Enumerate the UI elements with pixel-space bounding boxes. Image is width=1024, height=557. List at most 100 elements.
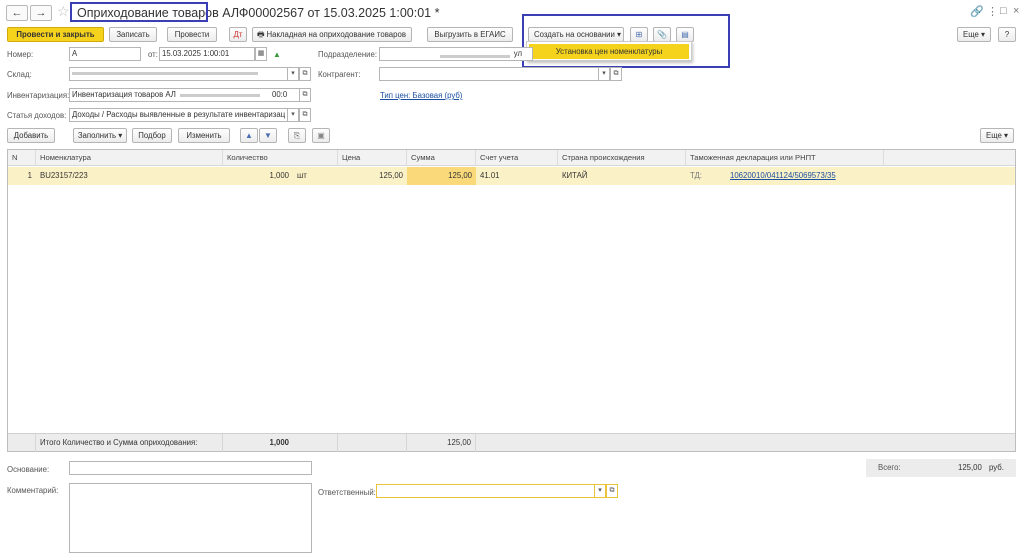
inventory-value: Инвентаризация товаров АЛ xyxy=(72,90,176,99)
delete-row-icon[interactable]: ▣ xyxy=(312,128,330,143)
cell-customs-prefix: ТД: xyxy=(690,171,702,180)
division-value: ул xyxy=(513,49,522,58)
date-from-label: от: xyxy=(148,50,158,59)
comment-label: Комментарий: xyxy=(7,486,59,495)
table-more-label: Еще xyxy=(986,131,1002,140)
cell-unit[interactable]: шт xyxy=(297,167,307,185)
cell-price[interactable]: 125,00 xyxy=(338,167,403,185)
column-header-account[interactable]: Счет учета xyxy=(476,150,558,166)
printer-icon: 🖶 xyxy=(257,30,267,39)
maximize-icon[interactable]: □ xyxy=(1000,5,1007,17)
responsible-label: Ответственный: xyxy=(318,488,376,497)
column-header-quantity[interactable]: Количество xyxy=(223,150,338,166)
footer-spacer xyxy=(8,434,36,452)
column-header-item[interactable]: Номенклатура xyxy=(36,150,223,166)
post-button[interactable]: Провести xyxy=(167,27,217,42)
footer-quantity-cell: 1,000 xyxy=(223,434,338,452)
cell-item[interactable]: BU23157/223 xyxy=(40,167,88,185)
fill-button[interactable]: Заполнить ▾ xyxy=(73,128,127,143)
counterparty-field[interactable] xyxy=(379,67,599,81)
back-button[interactable]: ← xyxy=(6,5,28,21)
income-item-field[interactable]: Доходы / Расходы выявленные в результате… xyxy=(69,108,288,122)
total-currency: руб. xyxy=(989,463,1004,472)
column-header-price[interactable]: Цена xyxy=(338,150,407,166)
select-button[interactable]: Подбор xyxy=(132,128,172,143)
column-header-n[interactable]: N xyxy=(8,150,36,166)
inventory-value-tail: 00:0 xyxy=(272,90,288,99)
invoice-print-label: Накладная на оприходование товаров xyxy=(266,30,406,39)
cell-customs-link[interactable]: 10620010/041124/5069573/35 xyxy=(730,167,836,185)
cell-country[interactable]: КИТАЙ xyxy=(562,167,587,185)
copy-row-icon[interactable]: ⎘ xyxy=(288,128,306,143)
footer-price-cell xyxy=(338,434,407,452)
responsible-field[interactable] xyxy=(376,484,595,498)
column-header-customs[interactable]: Таможенная декларация или РНПТ xyxy=(686,150,884,166)
annotation-box-title xyxy=(70,2,208,22)
counterparty-label: Контрагент: xyxy=(318,70,361,79)
table-row[interactable]: 1 BU23157/223 1,000 шт 125,00 125,00 41.… xyxy=(8,167,1015,185)
chevron-down-icon: ▾ xyxy=(1001,131,1008,140)
blurred-text xyxy=(440,55,510,58)
warehouse-label: Склад: xyxy=(7,70,32,79)
goods-table: N Номенклатура Количество Цена Сумма Сче… xyxy=(7,149,1016,452)
save-button[interactable]: Записать xyxy=(109,27,157,42)
column-header-sum[interactable]: Сумма xyxy=(407,150,476,166)
open-link-icon[interactable]: ⧉ xyxy=(299,108,311,122)
division-field[interactable]: ул xyxy=(379,47,533,61)
post-status-icon: ▲ xyxy=(273,50,281,59)
chevron-down-icon: ▾ xyxy=(978,30,985,39)
inventory-label: Инвентаризация: xyxy=(7,91,70,100)
fill-label: Заполнить xyxy=(77,131,117,140)
dropdown-arrow-icon[interactable]: ▾ xyxy=(598,67,610,81)
cell-sum[interactable]: 125,00 xyxy=(407,167,476,185)
close-icon[interactable]: × xyxy=(1013,5,1019,17)
number-field[interactable]: А xyxy=(69,47,141,61)
chevron-down-icon: ▾ xyxy=(116,131,123,140)
document-number-date: АЛФ00002567 от 15.03.2025 1:00:01 * xyxy=(222,6,440,20)
post-and-close-button[interactable]: Провести и закрыть xyxy=(7,27,104,42)
cell-n: 1 xyxy=(27,171,32,180)
footer-sum: 125,00 xyxy=(407,434,476,452)
number-label: Номер: xyxy=(7,50,34,59)
link-icon[interactable]: 🔗 xyxy=(970,5,984,18)
date-field[interactable]: 15.03.2025 1:00:01 xyxy=(159,47,255,61)
more-icon[interactable]: ⋮ xyxy=(987,5,998,18)
division-label: Подразделение: xyxy=(318,50,377,59)
cell-quantity[interactable]: 1,000 xyxy=(223,167,289,185)
footer-quantity: 1,000 xyxy=(269,438,289,447)
dropdown-arrow-icon[interactable]: ▾ xyxy=(287,67,299,81)
total-panel: Всего: 125,00 руб. xyxy=(866,459,1016,477)
column-header-country[interactable]: Страна происхождения xyxy=(558,150,686,166)
egais-export-button[interactable]: Выгрузить в ЕГАИС xyxy=(427,27,513,42)
dropdown-arrow-icon[interactable]: ▾ xyxy=(287,108,299,122)
basis-label: Основание: xyxy=(7,465,50,474)
total-value: 125,00 xyxy=(958,463,982,472)
open-link-icon[interactable]: ⧉ xyxy=(299,67,311,81)
basis-field[interactable] xyxy=(69,461,312,475)
favorite-star-icon[interactable]: ☆ xyxy=(57,3,70,20)
open-link-icon[interactable]: ⧉ xyxy=(299,88,311,102)
calendar-icon[interactable]: ▦ xyxy=(255,47,267,61)
table-header: N Номенклатура Количество Цена Сумма Сче… xyxy=(8,150,1015,166)
open-link-icon[interactable]: ⧉ xyxy=(606,484,618,498)
add-row-button[interactable]: Добавить xyxy=(7,128,55,143)
blurred-text xyxy=(180,94,260,97)
move-up-icon[interactable]: ▲ xyxy=(240,128,258,143)
dropdown-arrow-icon[interactable]: ▾ xyxy=(594,484,606,498)
blurred-text xyxy=(72,72,258,75)
more-button[interactable]: Еще ▾ xyxy=(957,27,991,42)
open-link-icon[interactable]: ⧉ xyxy=(610,67,622,81)
price-type-link[interactable]: Тип цен: Базовая (руб) xyxy=(380,91,462,100)
help-button[interactable]: ? xyxy=(998,27,1016,42)
accounting-entries-icon[interactable]: Дт xyxy=(229,27,247,42)
cell-account[interactable]: 41.01 xyxy=(480,167,500,185)
change-button[interactable]: Изменить xyxy=(178,128,230,143)
comment-textarea[interactable] xyxy=(69,483,312,553)
forward-button[interactable]: → xyxy=(30,5,52,21)
table-footer: Итого Количество и Сумма оприходования: … xyxy=(8,433,1015,452)
invoice-print-button[interactable]: 🖶 Накладная на оприходование товаров xyxy=(252,27,412,42)
table-more-button[interactable]: Еще ▾ xyxy=(980,128,1014,143)
move-down-icon[interactable]: ▼ xyxy=(259,128,277,143)
more-label: Еще xyxy=(963,30,979,39)
annotation-box-create-based xyxy=(522,14,730,68)
